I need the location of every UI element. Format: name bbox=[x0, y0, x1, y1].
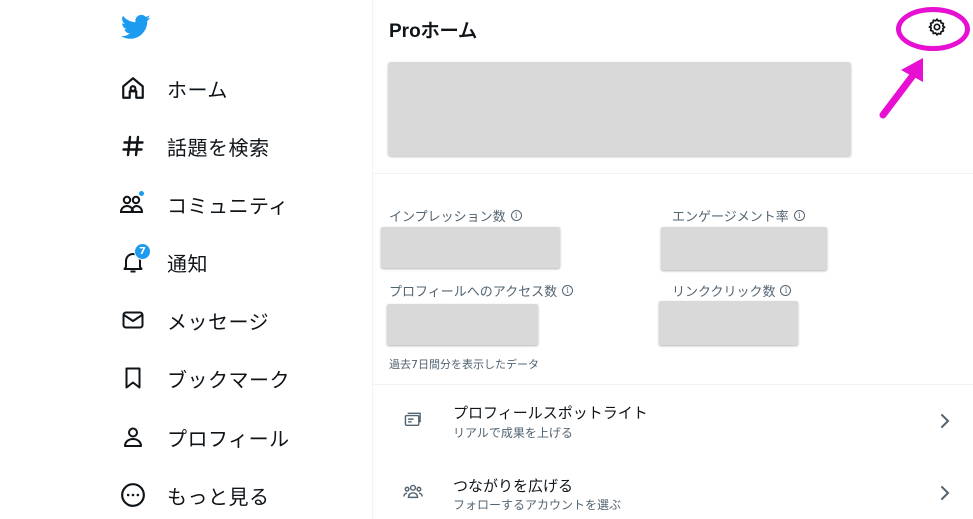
metric-profile-visits-value bbox=[387, 304, 538, 345]
bell-icon: 7 bbox=[118, 243, 151, 277]
bookmark-icon bbox=[118, 363, 148, 393]
more-circle-icon bbox=[118, 480, 148, 510]
info-icon[interactable]: i bbox=[562, 285, 574, 296]
annotation-arrow bbox=[879, 58, 923, 119]
grow-connections-row[interactable]: つながりを広げる フォローするアカウントを選ぶ bbox=[373, 463, 973, 519]
envelope-icon bbox=[118, 305, 148, 335]
sidebar-item-label: 通知 bbox=[167, 251, 208, 276]
metric-engagement-value bbox=[661, 227, 827, 270]
metric-link-clicks-label: リンククリック数 i bbox=[672, 281, 792, 300]
metric-label-text: リンククリック数 bbox=[672, 285, 776, 300]
notification-badge: 7 bbox=[134, 243, 151, 260]
row-subtitle: リアルで成果を上げる bbox=[453, 426, 573, 440]
info-icon[interactable]: i bbox=[780, 285, 792, 296]
person-icon bbox=[118, 422, 148, 452]
hashtag-icon bbox=[118, 131, 148, 161]
pro-banner-placeholder bbox=[388, 62, 851, 156]
sidebar-item-label: ブックマーク bbox=[167, 367, 290, 392]
communities-icon bbox=[118, 189, 148, 219]
row-subtitle: フォローするアカウントを選ぶ bbox=[453, 498, 622, 512]
sidebar-item-label: コミュニティ bbox=[167, 193, 289, 218]
sidebar-item-label: ホーム bbox=[167, 77, 228, 102]
pro-home-panel: Proホーム インプレッション数 i エンゲージメント率 i プロフィールへのアクセ… bbox=[373, 0, 973, 519]
sidebar-item-bookmarks[interactable]: ブックマーク bbox=[118, 358, 290, 398]
metric-engagement-label: エンゲージメント率 i bbox=[672, 206, 805, 225]
home-icon bbox=[118, 73, 148, 103]
annotation-highlight-circle bbox=[896, 7, 970, 51]
chevron-right-icon bbox=[941, 486, 950, 500]
metric-impressions-label: インプレッション数 i bbox=[389, 206, 522, 225]
sidebar-item-notifications[interactable]: 7 通知 bbox=[118, 242, 208, 282]
info-icon[interactable]: i bbox=[510, 210, 522, 221]
sidebar-item-profile[interactable]: プロフィール bbox=[118, 417, 290, 457]
divider bbox=[373, 173, 973, 174]
spotlight-card-icon bbox=[403, 410, 423, 430]
people-group-icon bbox=[403, 481, 423, 501]
notification-dot bbox=[138, 190, 145, 197]
chevron-right-icon bbox=[941, 414, 950, 428]
sidebar-nav: ホーム 話題を検索 コミュニティ 7 通知 メッセージ ブックマーク プロフィー… bbox=[0, 0, 372, 519]
divider bbox=[373, 384, 973, 385]
metric-link-clicks-value bbox=[659, 301, 798, 345]
sidebar-item-label: プロフィール bbox=[167, 426, 290, 451]
info-icon[interactable]: i bbox=[793, 210, 805, 221]
row-title: プロフィールスポットライト bbox=[453, 404, 648, 422]
twitter-bird-icon[interactable] bbox=[120, 12, 152, 42]
sidebar-item-explore[interactable]: 話題を検索 bbox=[118, 126, 270, 166]
sidebar-item-home[interactable]: ホーム bbox=[118, 68, 228, 108]
metric-impressions-value bbox=[381, 227, 560, 268]
sidebar-item-label: メッセージ bbox=[167, 309, 270, 334]
row-title: つながりを広げる bbox=[453, 477, 574, 495]
profile-spotlight-row[interactable]: プロフィールスポットライト リアルで成果を上げる bbox=[373, 390, 973, 456]
sidebar-item-more[interactable]: もっと見る bbox=[118, 475, 270, 515]
page-title: Proホーム bbox=[389, 21, 478, 42]
metric-profile-visits-label: プロフィールへのアクセス数 i bbox=[389, 281, 574, 300]
metric-label-text: エンゲージメント率 bbox=[672, 210, 789, 225]
data-period-note: 過去7日間分を表示したデータ bbox=[389, 358, 539, 371]
sidebar-item-communities[interactable]: コミュニティ bbox=[118, 184, 289, 224]
metric-label-text: プロフィールへのアクセス数 bbox=[389, 285, 558, 300]
sidebar-item-messages[interactable]: メッセージ bbox=[118, 300, 269, 340]
sidebar-item-label: 話題を検索 bbox=[167, 135, 270, 160]
metric-label-text: インプレッション数 bbox=[389, 210, 506, 225]
sidebar-item-label: もっと見る bbox=[167, 484, 270, 509]
